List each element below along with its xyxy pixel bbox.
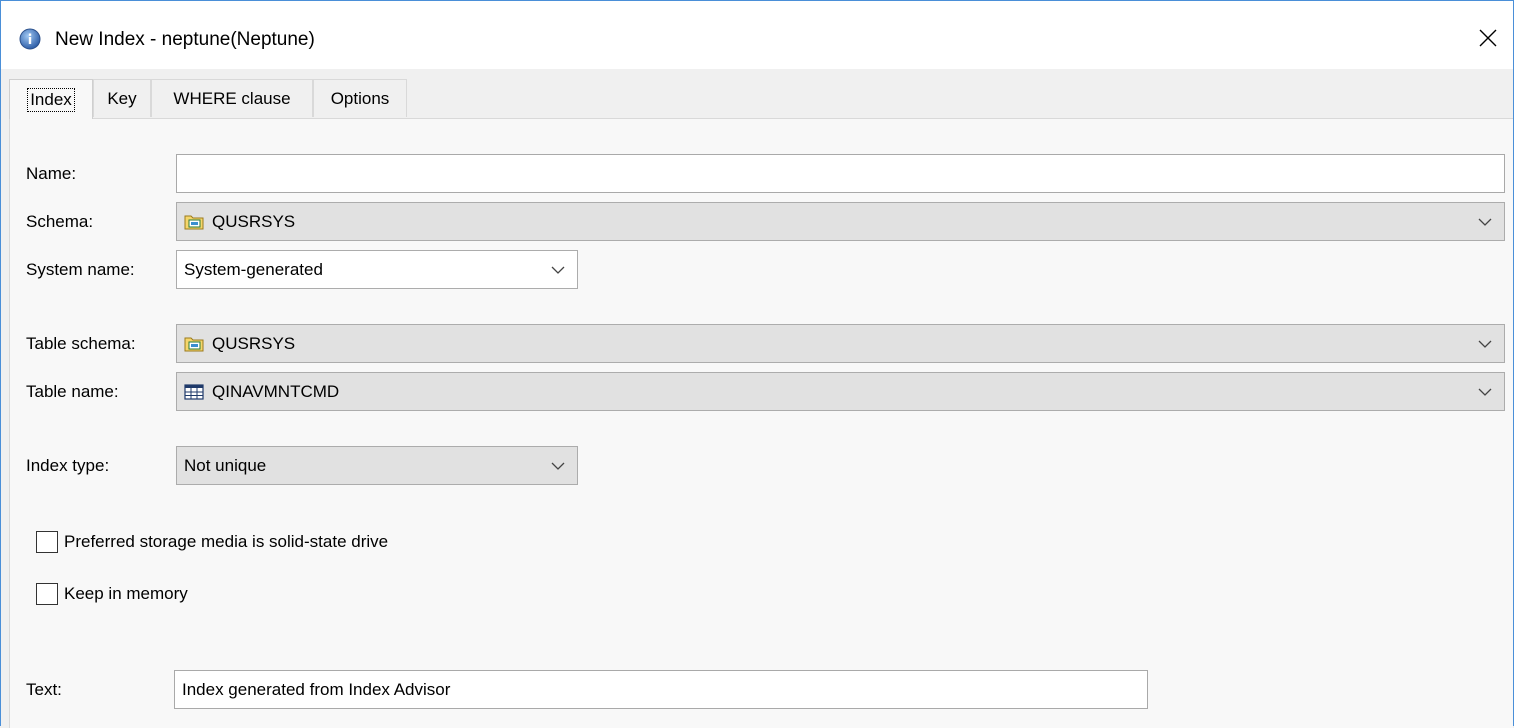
- keep-in-memory-checkbox-row[interactable]: Keep in memory: [36, 583, 188, 605]
- close-button[interactable]: [1463, 15, 1513, 61]
- system-name-label: System name:: [26, 260, 135, 279]
- schema-folder-icon: [184, 215, 204, 229]
- info-globe-icon: [19, 28, 41, 50]
- tab-label: Key: [107, 88, 137, 108]
- text-value: Index generated from Index Advisor: [182, 679, 451, 699]
- tab-key[interactable]: Key: [93, 79, 151, 117]
- schema-dropdown[interactable]: QUSRSYS: [176, 202, 1505, 241]
- ssd-checkbox-row[interactable]: Preferred storage media is solid-state d…: [36, 531, 388, 553]
- tab-where-clause[interactable]: WHERE clause: [151, 79, 313, 117]
- title-bar: New Index - neptune(Neptune): [1, 1, 1513, 69]
- index-tab-panel: Name: Schema: QUSRSYS System name: Syste…: [9, 118, 1513, 728]
- window-title: New Index - neptune(Neptune): [55, 29, 315, 50]
- chevron-down-icon: [551, 266, 565, 274]
- ssd-checkbox[interactable]: [36, 531, 58, 553]
- tab-label: Options: [330, 88, 390, 108]
- table-name-label: Table name:: [26, 382, 119, 401]
- close-icon: [1479, 29, 1497, 47]
- index-type-value: Not unique: [184, 455, 267, 475]
- chevron-down-icon: [1478, 340, 1492, 348]
- table-name-dropdown[interactable]: QINAVMNTCMD: [176, 372, 1505, 411]
- keep-in-memory-checkbox[interactable]: [36, 583, 58, 605]
- table-name-value: QINAVMNTCMD: [212, 381, 340, 401]
- system-name-value: System-generated: [184, 259, 323, 279]
- schema-label: Schema:: [26, 212, 94, 231]
- schema-value: QUSRSYS: [212, 211, 296, 231]
- ssd-checkbox-label: Preferred storage media is solid-state d…: [64, 532, 389, 551]
- table-grid-icon: [184, 383, 204, 400]
- tab-label: Index: [27, 87, 75, 112]
- index-type-label: Index type:: [26, 456, 110, 475]
- name-label: Name:: [26, 164, 77, 183]
- index-type-dropdown[interactable]: Not unique: [176, 446, 578, 485]
- tab-options[interactable]: Options: [313, 79, 407, 117]
- new-index-dialog: New Index - neptune(Neptune) Index Key W…: [0, 0, 1514, 728]
- chevron-down-icon: [1478, 388, 1492, 396]
- table-schema-dropdown[interactable]: QUSRSYS: [176, 324, 1505, 363]
- chevron-down-icon: [1478, 218, 1492, 226]
- table-schema-value: QUSRSYS: [212, 333, 296, 353]
- text-field[interactable]: Index generated from Index Advisor: [174, 670, 1148, 709]
- name-field[interactable]: [176, 154, 1505, 193]
- schema-folder-icon: [184, 337, 204, 351]
- tab-strip: Index Key WHERE clause Options: [9, 79, 1513, 119]
- system-name-dropdown[interactable]: System-generated: [176, 250, 578, 289]
- chevron-down-icon: [551, 462, 565, 470]
- table-schema-label: Table schema:: [26, 334, 136, 353]
- tab-label: WHERE clause: [173, 88, 291, 108]
- keep-in-memory-checkbox-label: Keep in memory: [64, 584, 188, 603]
- tab-index[interactable]: Index: [9, 79, 93, 119]
- text-label: Text:: [26, 680, 62, 699]
